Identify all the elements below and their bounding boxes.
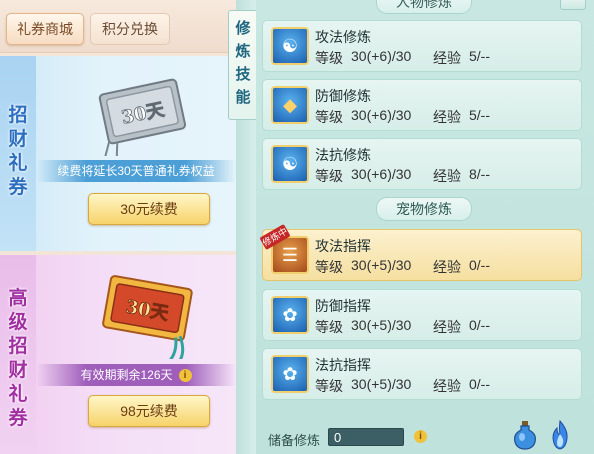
card-description: 有效期剩余126天 i — [36, 364, 236, 386]
skill-row[interactable]: ✿ 防御指挥 等级 30(+5)/30 经验 0/-- — [262, 289, 582, 341]
skill-exp: 5/-- — [469, 48, 490, 64]
skill-level: 30(+5)/30 — [351, 376, 412, 392]
card-description: 续费将延长30天普通礼券权益 — [36, 160, 236, 182]
meditating-figure-icon: ☯ — [271, 27, 309, 65]
level-label: 等级 — [315, 109, 343, 125]
shield-icon: ◆ — [271, 86, 309, 124]
skill-name: 法抗指挥 — [315, 357, 371, 373]
card-vertical-title: 招 财 礼 券 — [0, 104, 36, 200]
reserve-label: 储备修炼 — [268, 433, 321, 448]
reserve-info-icon[interactable]: i — [414, 430, 427, 443]
tab-bar: 礼券商城 积分兑换 — [0, 0, 236, 53]
skill-exp: 0/-- — [469, 376, 490, 392]
expiry-text: 有效期剩余126天 — [80, 368, 173, 382]
title-char: 高 — [8, 288, 28, 309]
tab-char: 炼 — [235, 43, 251, 60]
exp-label: 经验 — [433, 319, 461, 335]
voucher-card-normal: 招 财 礼 券 30天 续费将延长30天普通礼券权益 30元续费 — [0, 56, 236, 251]
title-char: 招 — [8, 336, 28, 357]
level-label: 等级 — [315, 378, 343, 394]
tab-char: 技 — [235, 66, 251, 83]
level-label: 等级 — [315, 168, 343, 184]
tab-vertical-label: 修 炼 技 能 — [229, 17, 257, 109]
title-char: 级 — [8, 312, 28, 333]
reserve-value-field: 0 — [328, 428, 404, 446]
renew-98-button[interactable]: 98元续费 — [88, 395, 210, 427]
exp-label: 经验 — [433, 378, 461, 394]
title-char: 礼 — [8, 384, 28, 405]
skill-row-active[interactable]: ☰ 修炼中 攻法指挥 等级 30(+5)/30 经验 0/-- — [259, 223, 582, 281]
skill-exp: 8/-- — [469, 166, 490, 182]
exp-label: 经验 — [433, 259, 461, 275]
title-char: 券 — [8, 177, 28, 198]
paw-shield-icon: ✿ — [271, 355, 309, 393]
level-label: 等级 — [315, 259, 343, 275]
tab-char: 能 — [235, 89, 251, 106]
silver-ticket-icon: 30天 — [98, 78, 187, 156]
paw-icon: ✿ — [271, 296, 309, 334]
card-vertical-title: 高 级 招 财 礼 券 — [0, 287, 36, 431]
skill-name: 防御指挥 — [315, 298, 371, 314]
renew-30-button[interactable]: 30元续费 — [88, 193, 210, 225]
tab-char: 修 — [235, 20, 251, 37]
skill-exp: 0/-- — [469, 317, 490, 333]
yin-yang-shield-icon: ☯ — [271, 145, 309, 183]
section-title-pet: 宠物修炼 — [376, 197, 472, 221]
title-char: 财 — [8, 129, 28, 150]
skill-row[interactable]: ☯ 攻法修炼 等级 30(+6)/30 经验 5/-- — [262, 20, 582, 72]
gold-ticket-icon: 30天 — [102, 275, 193, 359]
tab-training-skills[interactable]: 修 炼 技 能 — [228, 10, 258, 120]
level-label: 等级 — [315, 319, 343, 335]
skill-name: 攻法指挥 — [315, 238, 371, 254]
skill-level: 30(+6)/30 — [351, 107, 412, 123]
skill-row[interactable]: ✿ 法抗指挥 等级 30(+5)/30 经验 0/-- — [262, 348, 582, 400]
skill-level: 30(+6)/30 — [351, 48, 412, 64]
title-char: 招 — [8, 105, 28, 126]
info-icon[interactable]: i — [178, 369, 192, 383]
skill-level: 30(+5)/30 — [351, 317, 412, 333]
left-panel: 礼券商城 积分兑换 招 财 礼 券 30天 续费将延长30天普通礼券权益 30元… — [0, 0, 236, 454]
exp-label: 经验 — [433, 50, 461, 66]
skill-name: 法抗修炼 — [315, 147, 371, 163]
exp-label: 经验 — [433, 168, 461, 184]
title-char: 券 — [8, 408, 28, 429]
corner-button[interactable] — [560, 0, 586, 10]
skill-row[interactable]: ◆ 防御修炼 等级 30(+6)/30 经验 5/-- — [262, 79, 582, 131]
tab-voucher-mall[interactable]: 礼券商城 — [6, 13, 84, 45]
exp-label: 经验 — [433, 109, 461, 125]
skill-row[interactable]: ☯ 法抗修炼 等级 30(+6)/30 经验 8/-- — [262, 138, 582, 190]
tab-points-exchange[interactable]: 积分兑换 — [90, 13, 170, 45]
potion-bottle-icon[interactable] — [512, 420, 538, 450]
blue-flame-icon[interactable] — [548, 420, 572, 450]
voucher-card-premium: 高 级 招 财 礼 券 30天 有效期剩余126天 i 98元续费 — [0, 255, 236, 454]
skill-exp: 0/-- — [469, 257, 490, 273]
level-label: 等级 — [315, 50, 343, 66]
skill-level: 30(+6)/30 — [351, 166, 412, 182]
skill-name: 防御修炼 — [315, 88, 371, 104]
skill-level: 30(+5)/30 — [351, 257, 412, 273]
window: 礼券商城 积分兑换 招 财 礼 券 30天 续费将延长30天普通礼券权益 30元… — [0, 0, 594, 454]
skill-name: 攻法修炼 — [315, 29, 371, 45]
skill-exp: 5/-- — [469, 107, 490, 123]
title-char: 礼 — [8, 153, 28, 174]
section-title-player: 人物修炼 — [376, 0, 472, 14]
title-char: 财 — [8, 360, 28, 381]
